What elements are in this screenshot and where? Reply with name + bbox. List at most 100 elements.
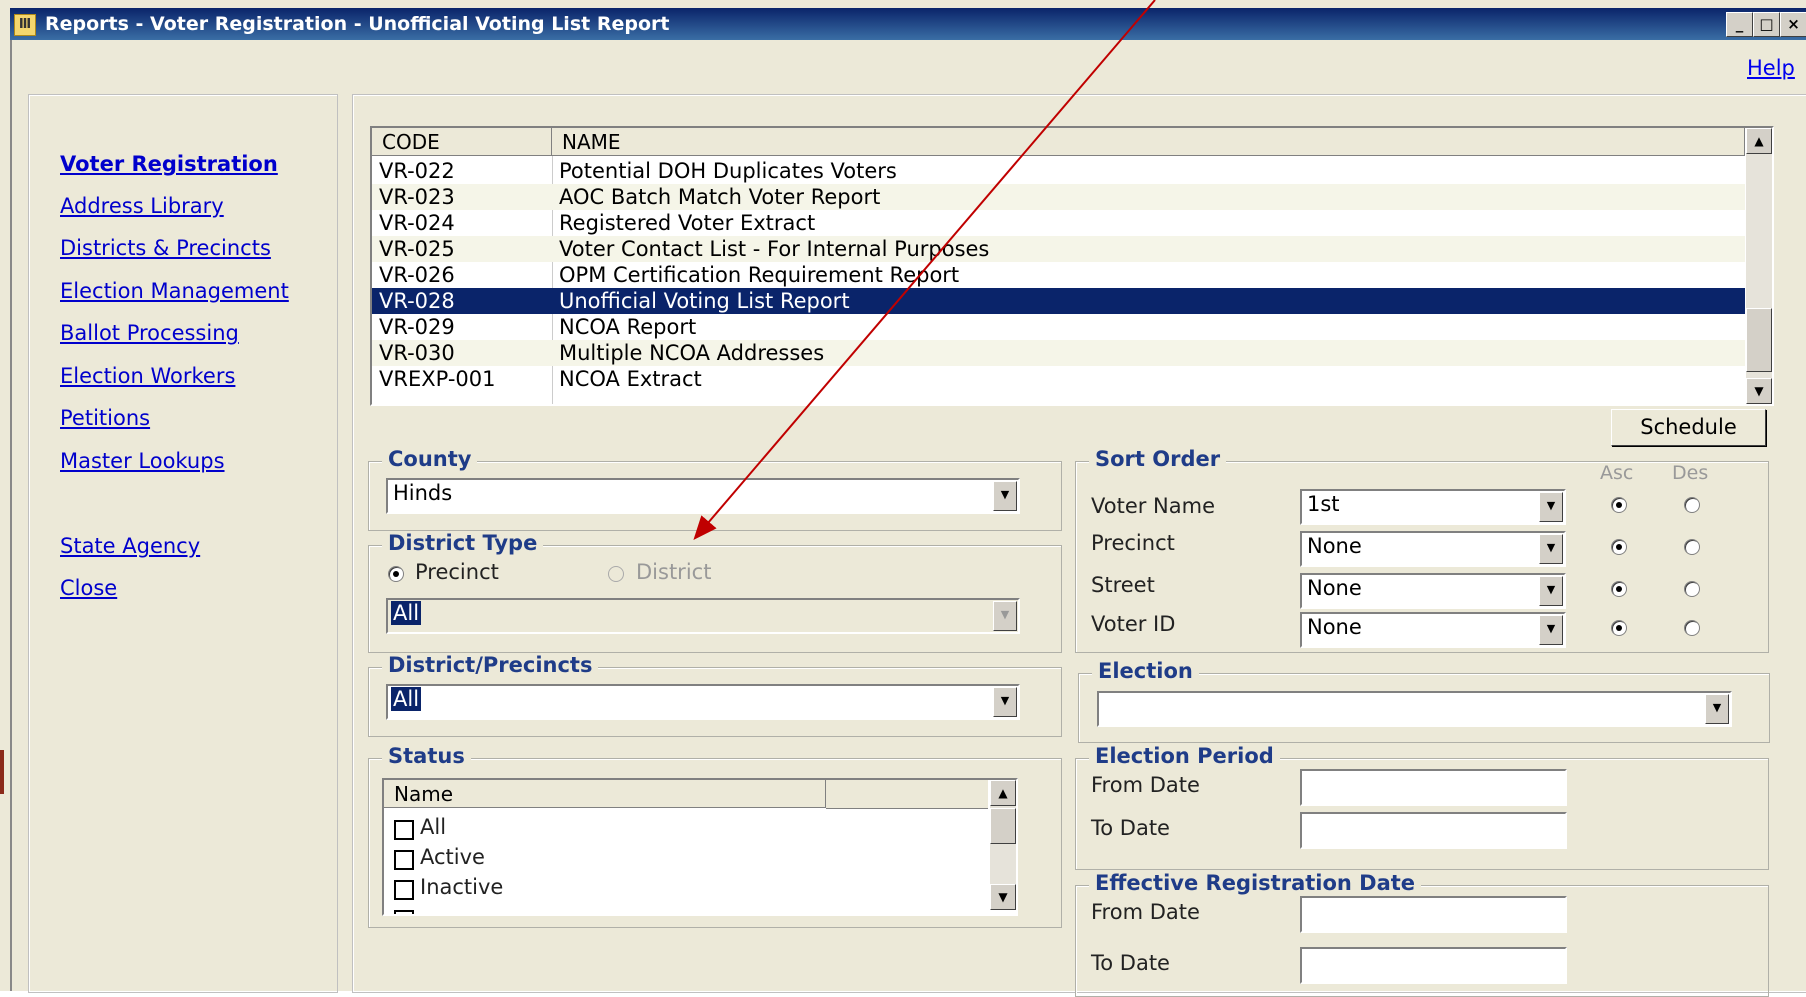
row-name: Potential DOH Duplicates Voters <box>559 159 897 183</box>
row-name: NCOA Extract <box>559 367 702 391</box>
district-type-legend: District Type <box>382 531 544 555</box>
sort-voter-name-des-radio[interactable] <box>1684 497 1700 513</box>
sort-street-value: None <box>1307 576 1362 600</box>
chevron-down-icon[interactable]: ▼ <box>1705 694 1729 724</box>
district-radio[interactable] <box>608 566 624 582</box>
window-title: Reports - Voter Registration - Unofficia… <box>45 13 670 35</box>
sort-precinct-select[interactable]: None ▼ <box>1300 531 1566 567</box>
status-checkbox-active[interactable] <box>394 850 414 870</box>
help-link[interactable]: Help <box>1747 56 1795 80</box>
chevron-down-icon[interactable]: ▼ <box>1539 615 1563 645</box>
sort-voter-id-select[interactable]: None ▼ <box>1300 612 1566 648</box>
nav-districts-precincts[interactable]: Districts & Precincts <box>60 236 271 260</box>
scroll-up-icon[interactable]: ▲ <box>1746 128 1772 154</box>
election-period-legend: Election Period <box>1089 744 1280 768</box>
status-label-inactive: Inactive <box>420 875 504 899</box>
report-grid[interactable]: CODE NAME VR-022 Potential DOH Duplicate… <box>370 126 1774 406</box>
status-list[interactable]: Name All Active Inactive ▲ ▼ <box>382 778 1018 916</box>
scroll-thumb[interactable] <box>990 808 1016 844</box>
asc-header: Asc <box>1600 462 1634 484</box>
table-row[interactable]: VR-029 NCOA Report <box>372 314 1745 340</box>
status-column-header-blank <box>826 780 988 809</box>
schedule-button[interactable]: Schedule <box>1611 409 1766 446</box>
effective-registration-to-label: To Date <box>1091 951 1170 975</box>
table-row[interactable]: VR-023 AOC Batch Match Voter Report <box>372 184 1745 210</box>
nav-state-agency[interactable]: State Agency <box>60 534 200 558</box>
nav-election-management[interactable]: Election Management <box>60 279 289 303</box>
election-select[interactable]: ▼ <box>1097 691 1732 727</box>
row-code: VR-028 <box>379 289 455 313</box>
precinct-radio[interactable] <box>388 566 404 582</box>
table-row[interactable]: VR-030 Multiple NCOA Addresses <box>372 340 1745 366</box>
row-name: AOC Batch Match Voter Report <box>559 185 881 209</box>
chevron-down-icon[interactable]: ▼ <box>1539 534 1563 564</box>
district-precincts-select[interactable]: All ▼ <box>386 684 1020 720</box>
effective-registration-from-input[interactable] <box>1300 896 1567 933</box>
minimize-button[interactable]: _ <box>1726 12 1753 37</box>
chevron-down-icon[interactable]: ▼ <box>1539 492 1563 522</box>
scroll-up-icon[interactable]: ▲ <box>990 780 1016 806</box>
effective-registration-to-input[interactable] <box>1300 947 1567 984</box>
sort-order-legend: Sort Order <box>1089 447 1227 471</box>
effective-registration-legend: Effective Registration Date <box>1089 871 1422 895</box>
sort-street-asc-radio[interactable] <box>1611 581 1627 597</box>
status-checkbox-more[interactable] <box>394 910 414 914</box>
sort-voter-id-asc-radio[interactable] <box>1611 620 1627 636</box>
table-row[interactable]: VR-024 Registered Voter Extract <box>372 210 1745 236</box>
status-scrollbar[interactable]: ▲ ▼ <box>990 780 1016 910</box>
status-checkbox-all[interactable] <box>394 820 414 840</box>
sort-voter-name-asc-radio[interactable] <box>1611 497 1627 513</box>
status-column-header[interactable]: Name <box>384 780 826 808</box>
chevron-down-icon[interactable]: ▼ <box>993 687 1017 717</box>
table-row[interactable]: VR-025 Voter Contact List - For Internal… <box>372 236 1745 262</box>
nav-ballot-processing[interactable]: Ballot Processing <box>60 321 239 345</box>
sort-voter-id-des-radio[interactable] <box>1684 620 1700 636</box>
nav-petitions[interactable]: Petitions <box>60 406 150 430</box>
nav-close[interactable]: Close <box>60 576 117 600</box>
sort-street-des-radio[interactable] <box>1684 581 1700 597</box>
close-window-button[interactable]: × <box>1780 12 1806 37</box>
scroll-thumb[interactable] <box>1746 308 1772 372</box>
status-label-all: All <box>420 815 447 839</box>
sort-street-label: Street <box>1091 573 1155 597</box>
report-window: Ⅲ Reports - Voter Registration - Unoffic… <box>0 0 1806 997</box>
chevron-down-icon[interactable]: ▼ <box>1539 576 1563 606</box>
county-select[interactable]: Hinds ▼ <box>386 478 1020 514</box>
chevron-down-icon[interactable]: ▼ <box>993 481 1017 511</box>
table-row[interactable]: VREXP-001 NCOA Extract <box>372 366 1745 392</box>
nav-master-lookups[interactable]: Master Lookups <box>60 449 225 473</box>
election-period-from-label: From Date <box>1091 773 1200 797</box>
nav-election-workers[interactable]: Election Workers <box>60 364 235 388</box>
row-name: Voter Contact List - For Internal Purpos… <box>559 237 990 261</box>
scroll-down-icon[interactable]: ▼ <box>990 884 1016 910</box>
sort-precinct-label: Precinct <box>1091 531 1175 555</box>
nav-voter-registration[interactable]: Voter Registration <box>60 152 278 176</box>
table-row[interactable]: VR-022 Potential DOH Duplicates Voters <box>372 158 1745 184</box>
title-bar[interactable]: Ⅲ Reports - Voter Registration - Unoffic… <box>10 8 1806 40</box>
sort-precinct-asc-radio[interactable] <box>1611 539 1627 555</box>
status-checkbox-inactive[interactable] <box>394 880 414 900</box>
table-row-selected[interactable]: VR-028 Unofficial Voting List Report <box>372 288 1745 314</box>
district-precincts-legend: District/Precincts <box>382 653 599 677</box>
grid-scrollbar[interactable]: ▲ ▼ <box>1746 128 1772 404</box>
table-row[interactable]: VR-026 OPM Certification Requirement Rep… <box>372 262 1745 288</box>
column-header-code[interactable]: CODE <box>372 128 552 156</box>
effective-registration-from-label: From Date <box>1091 900 1200 924</box>
nav-address-library[interactable]: Address Library <box>60 194 224 218</box>
sort-precinct-des-radio[interactable] <box>1684 539 1700 555</box>
row-name: OPM Certification Requirement Report <box>559 263 960 287</box>
sort-street-select[interactable]: None ▼ <box>1300 573 1566 609</box>
sort-voter-name-select[interactable]: 1st ▼ <box>1300 489 1566 525</box>
maximize-button[interactable]: □ <box>1753 12 1780 37</box>
status-legend: Status <box>382 744 471 768</box>
column-header-name[interactable]: NAME <box>552 128 1745 156</box>
scroll-down-icon[interactable]: ▼ <box>1746 378 1772 404</box>
election-period-from-input[interactable] <box>1300 769 1567 806</box>
row-name: NCOA Report <box>559 315 697 339</box>
row-code: VR-022 <box>379 159 455 183</box>
row-name: Registered Voter Extract <box>559 211 816 235</box>
district-type-select[interactable]: All ▼ <box>386 598 1020 634</box>
election-period-to-input[interactable] <box>1300 812 1567 849</box>
chevron-down-icon[interactable]: ▼ <box>993 601 1017 631</box>
row-name: Unofficial Voting List Report <box>559 289 850 313</box>
